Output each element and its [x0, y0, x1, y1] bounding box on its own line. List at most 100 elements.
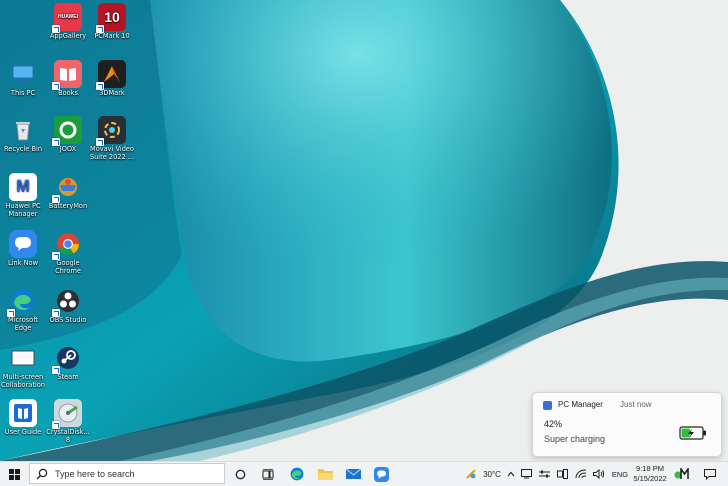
desktop-icon-label: OBS Studio [49, 316, 87, 324]
crystaldisk-icon [52, 399, 82, 429]
computer-icon [9, 60, 37, 88]
edge-icon [290, 467, 304, 481]
search-icon [36, 468, 48, 479]
desktop-icon-label: PCMark 10 [94, 32, 130, 40]
task-view-icon [262, 468, 274, 480]
pcmark10-icon: 10 [96, 3, 126, 33]
pc-manager-app-icon [543, 401, 552, 410]
desktop-icon-link-now[interactable]: Link Now [0, 230, 46, 267]
tray-volume[interactable] [592, 462, 606, 486]
notification-app-name: PC Manager [558, 400, 603, 409]
taskbar-clock[interactable]: 9:18 PM 5/15/2022 [630, 464, 670, 484]
windows-logo-icon [8, 468, 20, 480]
desktop-icon-3dmark[interactable]: 3DMark [89, 60, 135, 97]
desktop-icon-microsoft-edge[interactable]: Microsoft Edge [0, 287, 46, 332]
desktop-icon-recycle-bin[interactable]: Recycle Bin [0, 116, 46, 153]
desktop-icon-multi-screen-collaboration[interactable]: Multi-screen Collaboration [0, 344, 46, 389]
pc-manager-tray-icon [674, 468, 689, 479]
shortcut-arrow-icon [52, 309, 60, 317]
cortana-button[interactable] [232, 462, 248, 486]
shortcut-arrow-icon [52, 195, 60, 203]
pc-manager-icon: M [9, 173, 37, 201]
desktop-icon-label: Multi-screen Collaboration [1, 373, 45, 389]
desktop-icon-appgallery[interactable]: HUAWEI AppGallery [45, 3, 91, 40]
tray-language[interactable]: ENG [610, 462, 630, 486]
shortcut-arrow-icon [52, 421, 60, 429]
tray-pc-manager[interactable] [672, 462, 692, 486]
recycle-bin-icon [9, 116, 37, 144]
chrome-icon [52, 230, 82, 260]
desktop-icon-label: 3DMark [99, 89, 125, 97]
steam-icon [52, 344, 82, 374]
notification-time: Just now [620, 400, 652, 409]
action-center-button[interactable] [700, 462, 720, 486]
taskbar-search-box[interactable]: Type here to search [29, 463, 225, 484]
clock-time: 9:18 PM [636, 464, 664, 473]
desktop-icon-label: This PC [10, 89, 36, 97]
desktop-icon-google-chrome[interactable]: Google Chrome [45, 230, 91, 275]
taskbar-file-explorer-button[interactable] [316, 462, 334, 486]
obs-icon [52, 287, 82, 317]
desktop-icon-movavi[interactable]: Movavi Video Suite 2022 ... [89, 116, 135, 161]
desktop-icon-steam[interactable]: Steam [45, 344, 91, 381]
tray-wifi[interactable] [574, 462, 588, 486]
desktop-icon-label: Link Now [8, 259, 38, 267]
appgallery-icon: HUAWEI [52, 3, 82, 33]
shortcut-arrow-icon [7, 309, 15, 317]
user-guide-icon [9, 399, 37, 427]
task-view-button[interactable] [260, 462, 276, 486]
weather-temperature[interactable]: 30°C [479, 462, 505, 486]
desktop-icon-books[interactable]: Books [45, 60, 91, 97]
sliders-icon [538, 470, 550, 478]
desktop-icon-label: Steam [57, 373, 79, 381]
shortcut-arrow-icon [52, 25, 60, 33]
edge-icon [7, 287, 37, 317]
desktop-icon-label: User Guide [4, 428, 42, 436]
shortcut-arrow-icon [52, 366, 60, 374]
desktop-icon-label: CrystalDisk... 8 [46, 428, 90, 444]
desktop-icon-obs-studio[interactable]: OBS Studio [45, 287, 91, 324]
tray-meet-now[interactable] [519, 462, 533, 486]
joox-icon [52, 116, 82, 146]
clock-date: 5/15/2022 [633, 474, 667, 483]
chevron-up-icon [507, 471, 515, 477]
desktop-icon-crystaldiskmark[interactable]: CrystalDisk... 8 [45, 399, 91, 444]
taskbar-link-now-button[interactable] [372, 462, 390, 486]
desktop-icon-label: Huawei PC Manager [5, 202, 41, 218]
desktop-icon-label: Recycle Bin [3, 145, 42, 153]
weather-button[interactable] [464, 462, 478, 486]
shortcut-arrow-icon [52, 138, 60, 146]
movavi-icon [96, 116, 126, 146]
show-hidden-icons-button[interactable] [505, 462, 517, 486]
speaker-icon [593, 469, 605, 479]
taskbar-mail-button[interactable] [344, 462, 362, 486]
charging-notification[interactable]: PC Manager Just now 42% Super charging [532, 392, 722, 457]
taskbar-edge-button[interactable] [288, 462, 306, 486]
phone-link-icon [556, 469, 568, 479]
tray-settings-sliders[interactable] [537, 462, 551, 486]
desktop-icon-user-guide[interactable]: User Guide [0, 399, 46, 436]
desktop-icon-label: Books [58, 89, 78, 97]
shortcut-arrow-icon [52, 82, 60, 90]
mail-icon [345, 468, 361, 479]
desktop-icon-pcmark10[interactable]: 10 PCMark 10 [89, 3, 135, 40]
shortcut-arrow-icon [52, 252, 60, 260]
cortana-icon [235, 469, 245, 479]
weather-sun-icon [466, 469, 476, 479]
wifi-icon [575, 469, 587, 479]
desktop-icon-huawei-pc-manager[interactable]: M Huawei PC Manager [0, 173, 46, 218]
notification-icon [704, 468, 716, 480]
search-placeholder: Type here to search [55, 468, 135, 479]
desktop-icon-joox[interactable]: JOOX [45, 116, 91, 153]
start-button[interactable] [0, 462, 28, 486]
charging-status: Super charging [544, 434, 606, 444]
tray-phone-link[interactable] [555, 462, 569, 486]
taskbar: Type here to search 30°C ENG 9:18 PM 5/1… [0, 461, 728, 486]
shortcut-arrow-icon [96, 82, 104, 90]
desktop-icon-batterymon[interactable]: BatteryMon [45, 173, 91, 210]
desktop-icon-label: Movavi Video Suite 2022 ... [89, 145, 135, 161]
desktop-icon-this-pc[interactable]: This PC [0, 60, 46, 97]
link-now-icon [9, 230, 37, 258]
3dmark-icon [96, 60, 126, 90]
battery-charging-icon [679, 426, 706, 440]
